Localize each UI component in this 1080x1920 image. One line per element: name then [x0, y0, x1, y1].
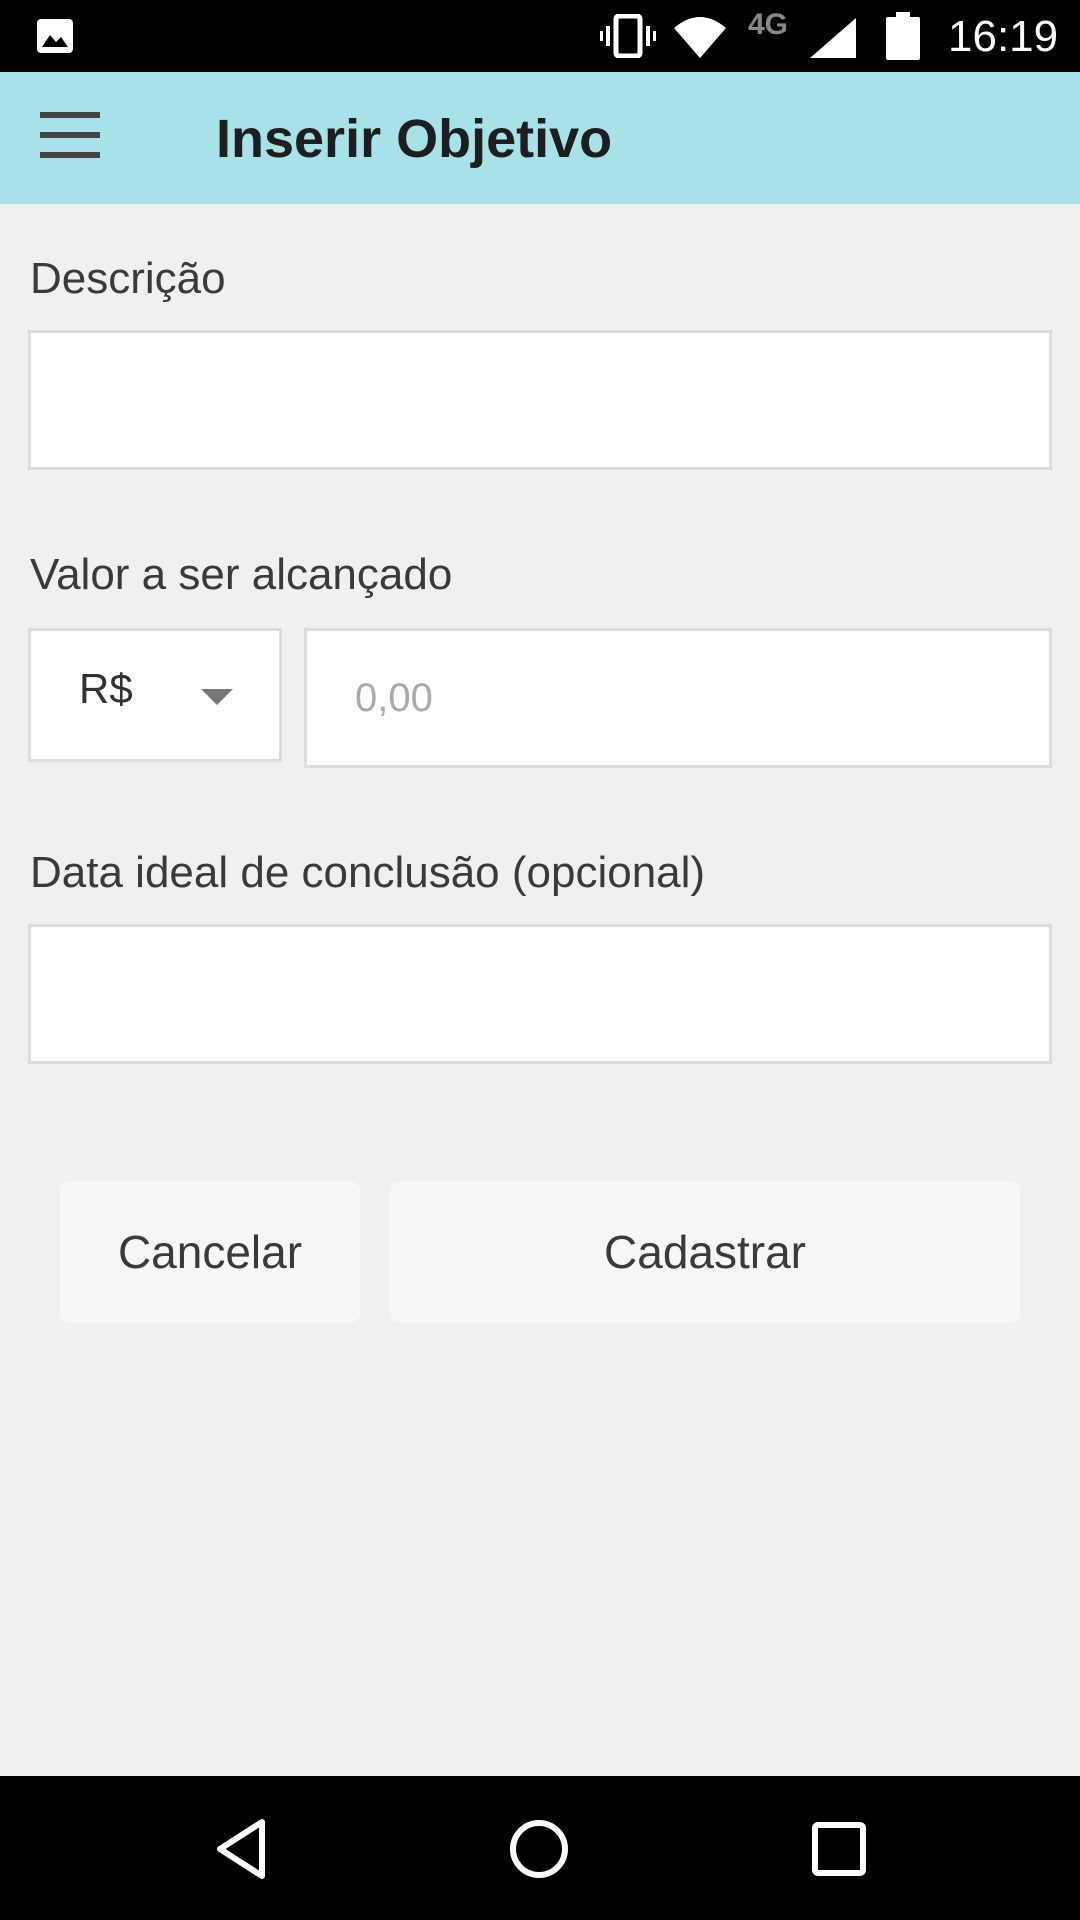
amount-input[interactable]: 0,00: [304, 628, 1052, 768]
recents-icon[interactable]: [806, 1816, 872, 1882]
system-nav-bar: [0, 1776, 1080, 1920]
dropdown-arrow-icon: [201, 689, 233, 705]
image-icon: [37, 19, 73, 53]
wifi-icon: [674, 17, 726, 58]
currency-value: R$: [79, 665, 133, 712]
date-input[interactable]: [28, 924, 1052, 1064]
cancel-button[interactable]: Cancelar: [60, 1182, 360, 1322]
status-time: 16:19: [948, 12, 1059, 61]
network-type: 4G: [748, 8, 789, 41]
currency-select[interactable]: R$: [28, 628, 282, 762]
submit-button[interactable]: Cadastrar: [390, 1182, 1020, 1322]
back-icon[interactable]: [210, 1816, 276, 1882]
hamburger-menu-icon[interactable]: [40, 112, 114, 166]
description-input[interactable]: [28, 330, 1052, 470]
date-label: Data ideal de conclusão (opcional): [30, 848, 706, 897]
home-icon[interactable]: [506, 1816, 572, 1882]
vibrate-icon: [600, 14, 656, 58]
description-label: Descrição: [30, 254, 226, 303]
battery-icon: [886, 12, 920, 60]
signal-icon: [810, 18, 856, 58]
amount-label: Valor a ser alcançado: [30, 550, 453, 599]
page-title: Inserir Objetivo: [216, 109, 613, 169]
app-toolbar: Inserir Objetivo: [0, 72, 1080, 204]
amount-placeholder: 0,00: [355, 676, 433, 720]
status-bar: 4G 16:19: [0, 0, 1080, 72]
